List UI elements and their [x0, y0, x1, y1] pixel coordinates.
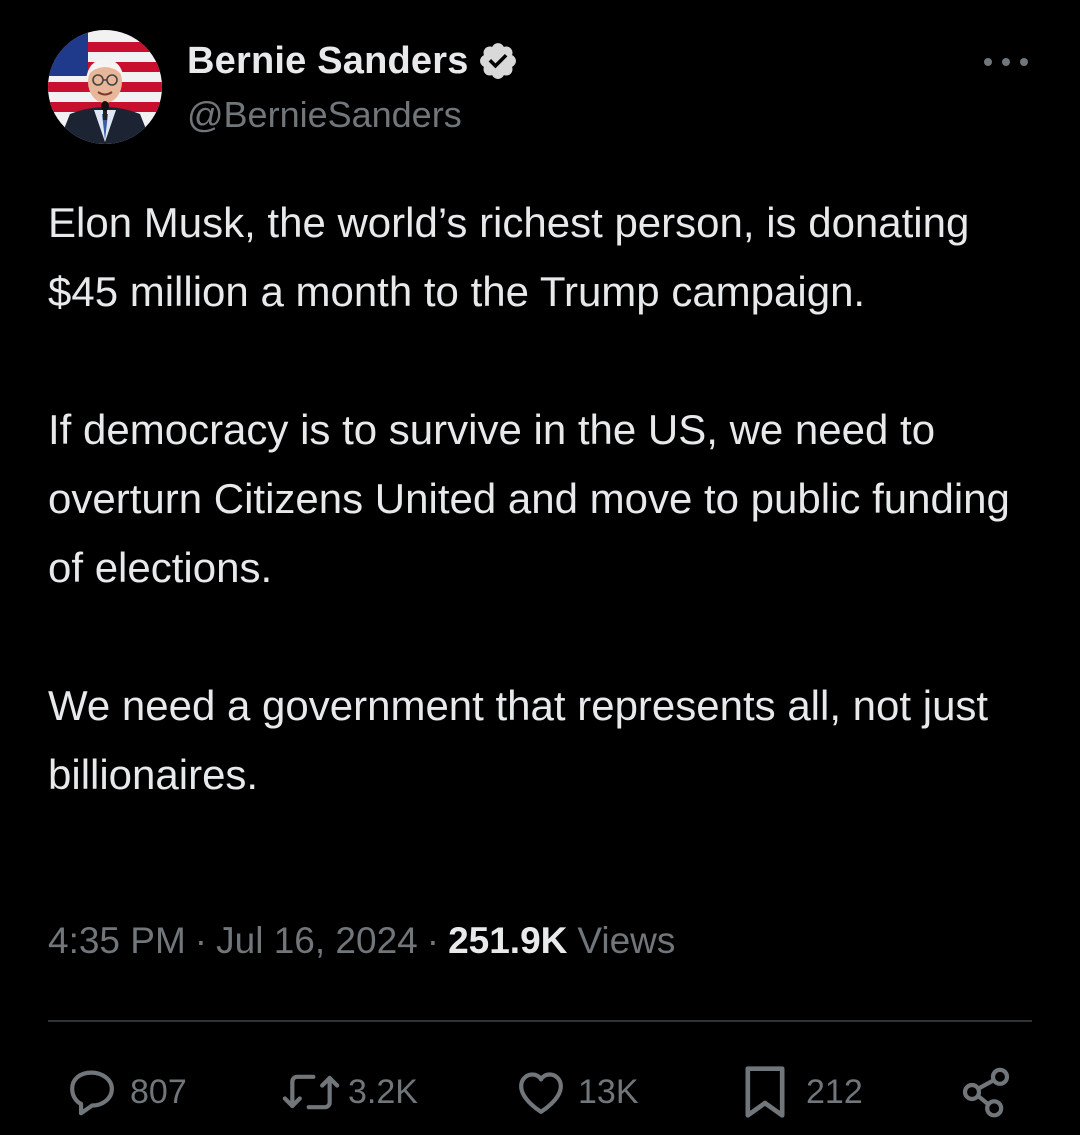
repost-button[interactable]: 3.2K — [280, 1060, 418, 1124]
share-button[interactable] — [958, 1060, 1014, 1124]
divider — [48, 1020, 1032, 1022]
more-icon[interactable] — [984, 52, 1028, 72]
repost-icon — [280, 1064, 342, 1120]
action-bar: 807 3.2K 13K 212 — [48, 1060, 1032, 1124]
name-row: Bernie Sanders — [187, 38, 519, 84]
tweet-date[interactable]: Jul 16, 2024 — [216, 920, 418, 962]
tweet-header: Bernie Sanders @BernieSanders — [48, 30, 1038, 145]
reply-button[interactable]: 807 — [64, 1060, 187, 1124]
display-name[interactable]: Bernie Sanders — [187, 40, 469, 83]
verified-badge-icon[interactable] — [477, 40, 519, 82]
handle[interactable]: @BernieSanders — [187, 94, 462, 136]
views-label: Views — [577, 920, 676, 961]
meta-separator: · — [194, 920, 208, 961]
like-icon — [512, 1064, 570, 1120]
like-count: 13K — [578, 1072, 639, 1111]
avatar[interactable] — [48, 30, 162, 144]
tweet-time[interactable]: 4:35 PM — [48, 920, 186, 962]
bookmark-button[interactable]: 212 — [738, 1060, 863, 1124]
repost-count: 3.2K — [348, 1072, 418, 1111]
tweet-meta: 4:35 PM · Jul 16, 2024 · 251.9K Views — [48, 920, 675, 962]
tweet: Bernie Sanders @BernieSanders Elon Musk,… — [0, 0, 1080, 1135]
bookmark-icon — [738, 1062, 792, 1122]
reply-icon — [64, 1064, 120, 1120]
meta-separator: · — [426, 920, 440, 961]
share-icon — [958, 1064, 1014, 1120]
tweet-text: Elon Musk, the world’s richest person, i… — [48, 199, 1010, 798]
bookmark-count: 212 — [806, 1072, 863, 1111]
like-button[interactable]: 13K — [512, 1060, 639, 1124]
views-count[interactable]: 251.9K — [448, 920, 567, 962]
reply-count: 807 — [130, 1072, 187, 1111]
